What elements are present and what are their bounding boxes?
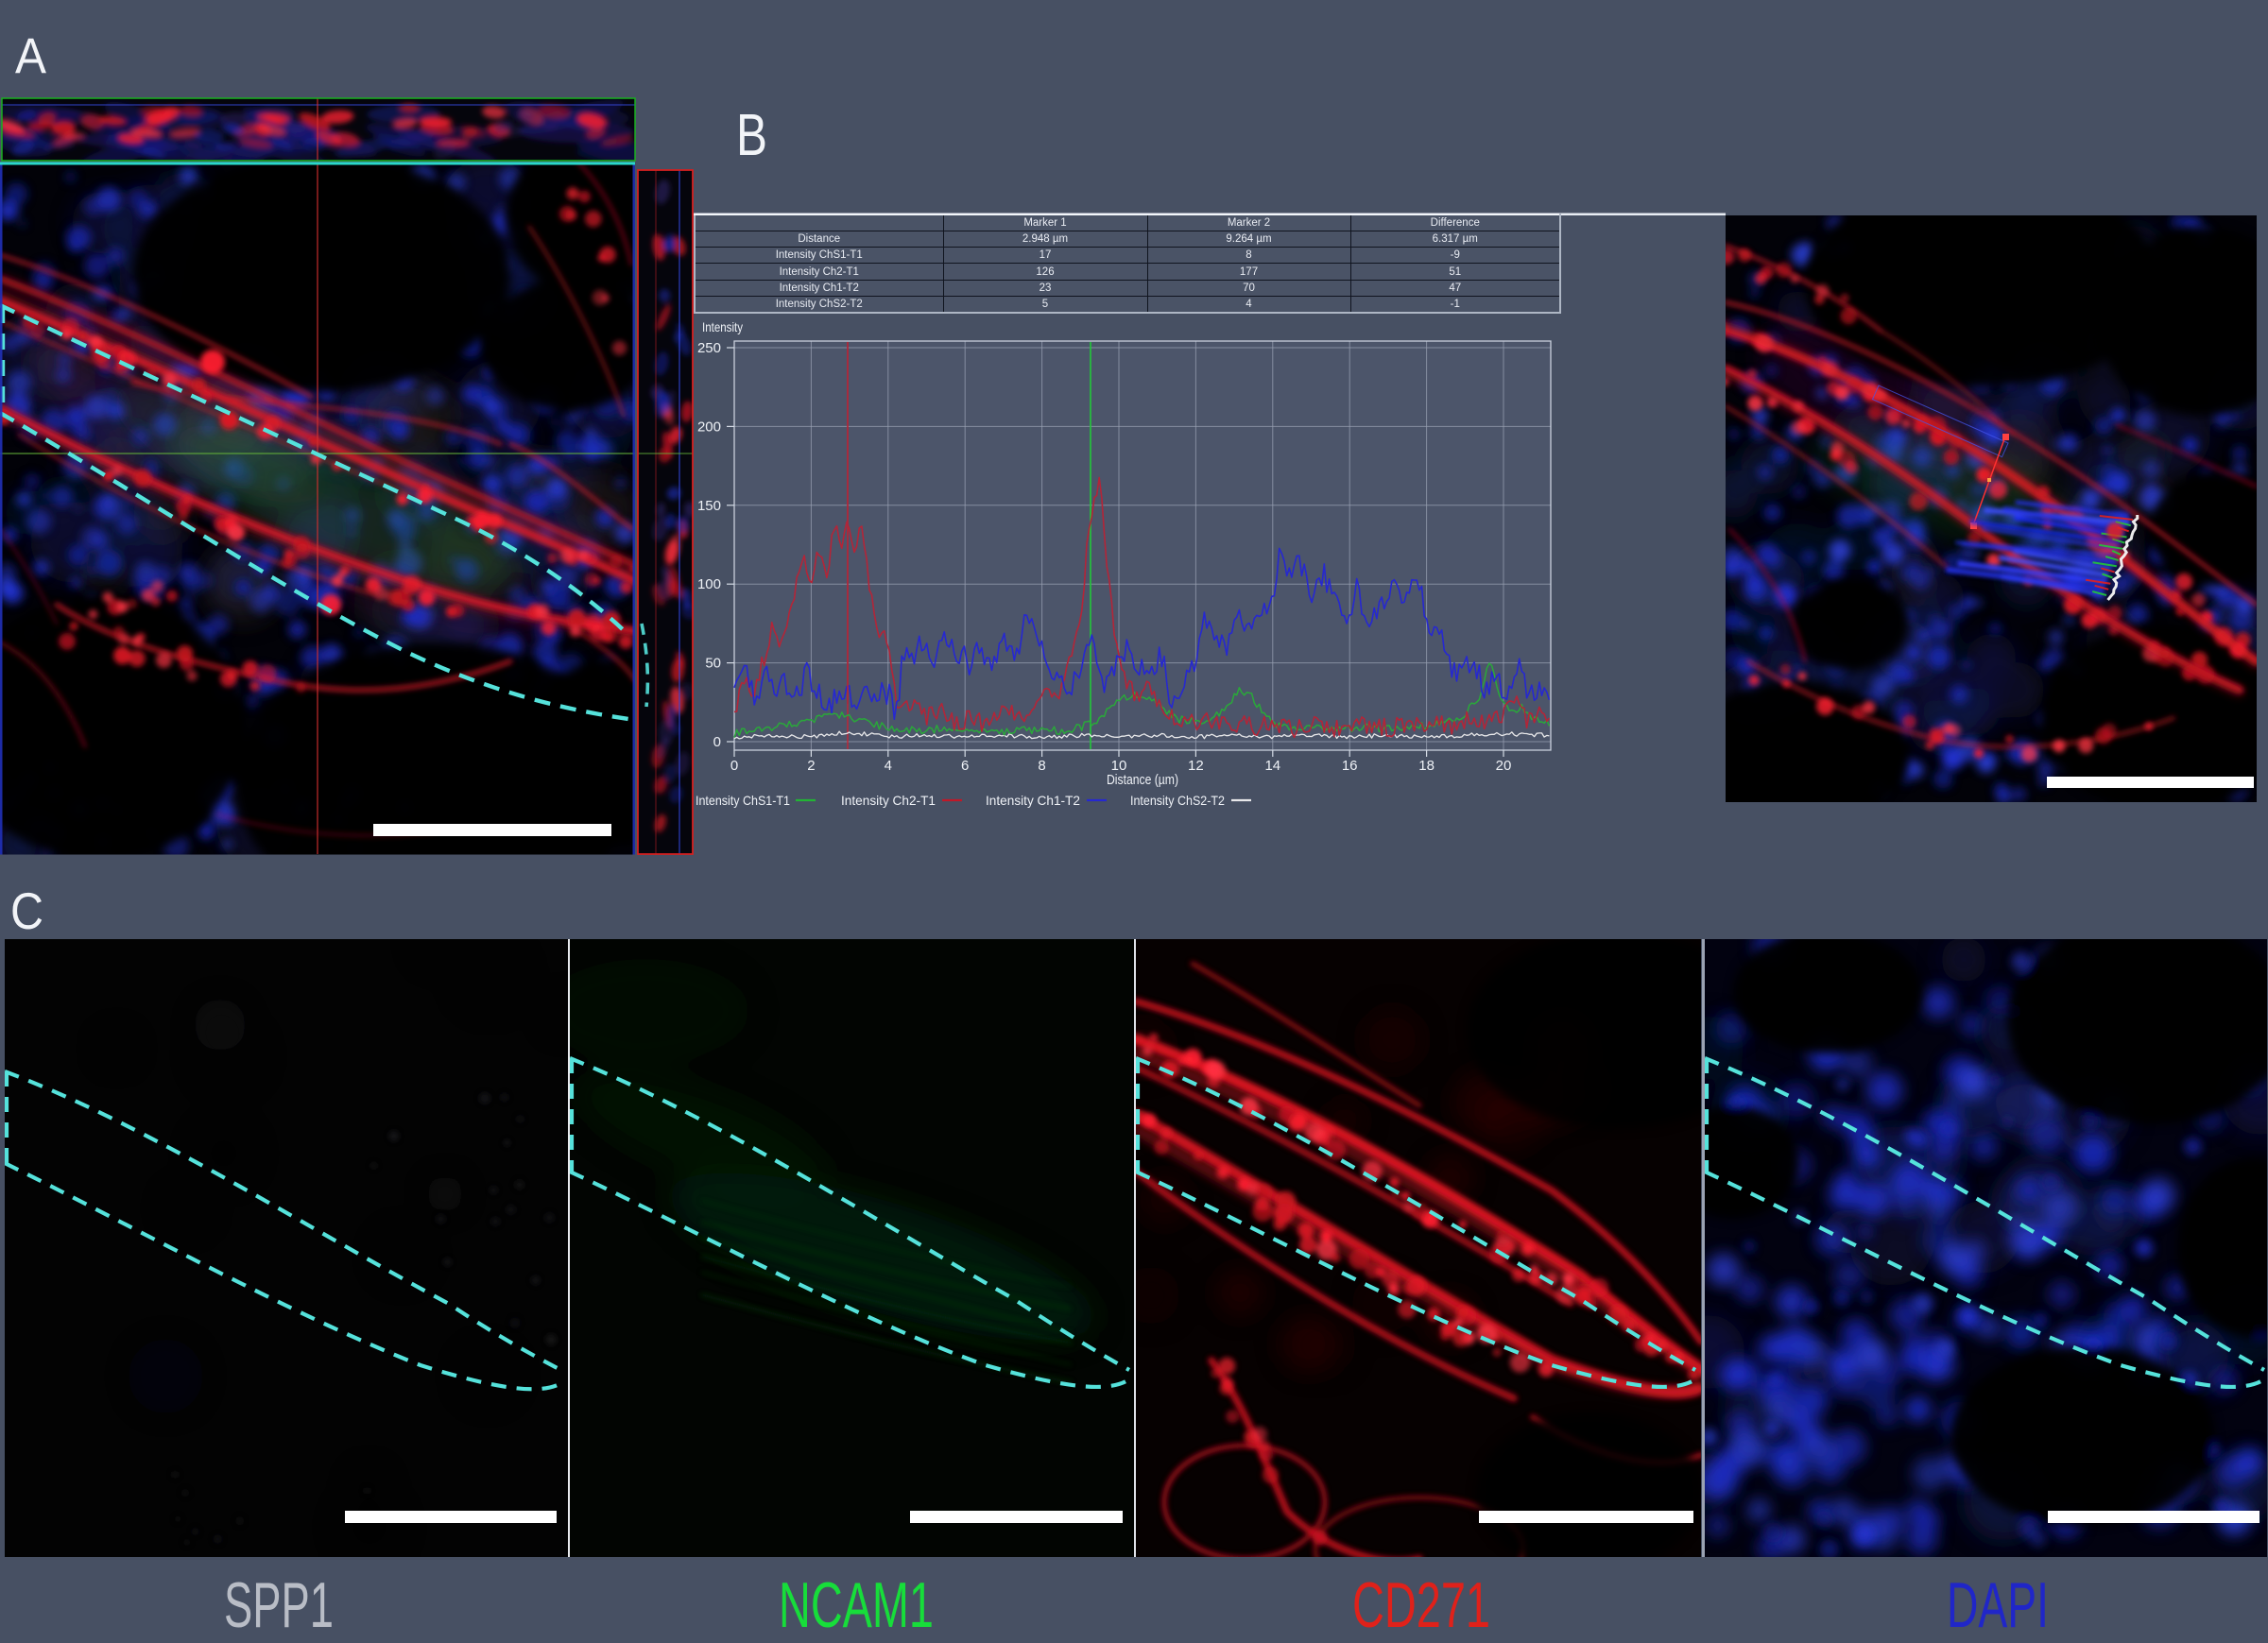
svg-text:A: A — [15, 28, 47, 84]
svg-text:12: 12 — [1188, 758, 1204, 774]
svg-text:250: 250 — [697, 340, 721, 356]
svg-text:4: 4 — [885, 758, 892, 774]
svg-text:SPP1: SPP1 — [224, 1569, 334, 1641]
svg-text:150: 150 — [697, 498, 721, 514]
svg-text:14: 14 — [1264, 758, 1280, 774]
svg-text:Distance (µm): Distance (µm) — [1107, 772, 1178, 788]
svg-text:8: 8 — [1038, 758, 1045, 774]
svg-text:2: 2 — [807, 758, 815, 774]
svg-text:Intensity ChS2-T2: Intensity ChS2-T2 — [1130, 793, 1225, 808]
svg-text:Intensity Ch1-T2: Intensity Ch1-T2 — [986, 793, 1080, 808]
svg-text:20: 20 — [1496, 758, 1512, 774]
svg-text:NCAM1: NCAM1 — [779, 1569, 934, 1641]
svg-text:DAPI: DAPI — [1947, 1569, 2049, 1641]
svg-text:18: 18 — [1418, 758, 1435, 774]
svg-text:Intensity Ch2-T1: Intensity Ch2-T1 — [841, 793, 936, 808]
svg-text:C: C — [10, 881, 43, 940]
svg-text:0: 0 — [730, 758, 738, 774]
svg-text:200: 200 — [697, 419, 721, 435]
svg-text:100: 100 — [697, 576, 721, 592]
svg-text:CD271: CD271 — [1352, 1569, 1490, 1641]
svg-text:0: 0 — [713, 734, 721, 750]
svg-text:Intensity ChS1-T1: Intensity ChS1-T1 — [696, 793, 790, 808]
svg-text:Intensity: Intensity — [702, 319, 743, 334]
svg-text:16: 16 — [1342, 758, 1358, 774]
svg-text:50: 50 — [705, 656, 721, 672]
svg-text:B: B — [736, 103, 767, 168]
svg-text:6: 6 — [961, 758, 969, 774]
